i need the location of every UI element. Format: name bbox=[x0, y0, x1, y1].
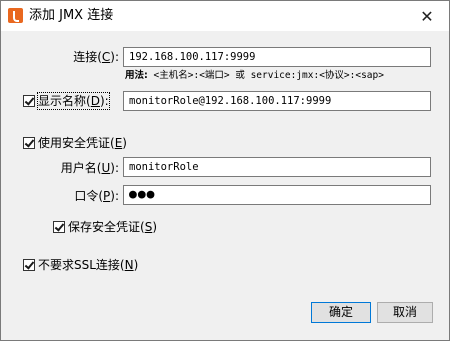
display-name-checkbox[interactable] bbox=[23, 95, 35, 107]
java-app-icon bbox=[8, 8, 23, 23]
window-title: 添加 JMX 连接 bbox=[29, 8, 114, 23]
connection-label: 连接(C): bbox=[73, 50, 119, 64]
title-bar: 添加 JMX 连接 ✕ bbox=[1, 1, 449, 31]
password-input[interactable]: ●●● bbox=[123, 185, 431, 205]
username-input[interactable]: monitorRole bbox=[123, 157, 431, 177]
display-name-label[interactable]: 显示名称(D): bbox=[37, 92, 110, 110]
save-credentials-label[interactable]: 保存安全凭证(S) bbox=[68, 219, 157, 235]
ok-button[interactable]: 确定 bbox=[311, 302, 371, 323]
display-name-input[interactable]: monitorRole@192.168.100.117:9999 bbox=[123, 91, 431, 111]
close-icon: ✕ bbox=[420, 6, 434, 26]
add-jmx-connection-dialog: 添加 JMX 连接 ✕ 连接(C): 192.168.100.117:9999 … bbox=[0, 0, 450, 341]
connection-input[interactable]: 192.168.100.117:9999 bbox=[123, 47, 431, 67]
use-security-label[interactable]: 使用安全凭证(E) bbox=[38, 135, 127, 151]
use-security-checkbox[interactable] bbox=[23, 137, 35, 149]
cancel-button[interactable]: 取消 bbox=[377, 302, 433, 323]
save-credentials-checkbox[interactable] bbox=[53, 221, 65, 233]
username-label: 用户名(U): bbox=[60, 161, 119, 175]
close-button[interactable]: ✕ bbox=[405, 1, 449, 31]
no-ssl-label[interactable]: 不要求SSL连接(N) bbox=[38, 257, 138, 273]
usage-hint: 用法: <主机名>:<端口> 或 service:jmx:<协议>:<sap> bbox=[125, 70, 384, 81]
no-ssl-checkbox[interactable] bbox=[23, 259, 35, 271]
password-label: 口令(P): bbox=[74, 189, 119, 203]
